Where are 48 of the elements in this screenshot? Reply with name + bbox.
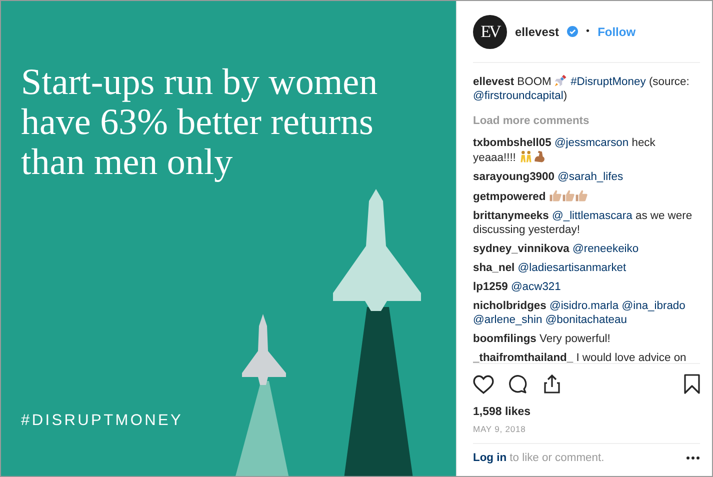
post-date: MAY 9, 2018 xyxy=(473,424,527,436)
mention-link[interactable]: @sarah_lifes xyxy=(558,171,624,183)
comment-icon[interactable] xyxy=(508,374,528,394)
username-link[interactable]: lp1259 xyxy=(473,281,508,293)
headline-text: Start-ups run by women have 63% better returns than men only xyxy=(21,63,379,183)
avatar-logo: EV xyxy=(473,14,507,48)
username-link[interactable]: brittanymeeks xyxy=(473,210,549,222)
heart-icon[interactable] xyxy=(473,374,494,394)
username-link[interactable]: nicholbridges xyxy=(473,300,546,312)
caption-text: ellevest BOOM #DisruptMoney (source: @firstroundcapital) xyxy=(473,74,690,103)
username-link[interactable]: _thaifromthailand_ xyxy=(473,352,574,363)
flexed-arm-icon xyxy=(533,150,546,163)
hashtag-link[interactable]: #DisruptMoney xyxy=(570,76,646,88)
comment-text: _thaifromthailand_ I would love advice on xyxy=(473,351,688,363)
username-link[interactable]: sarayoung3900 xyxy=(473,171,554,183)
mention-link[interactable]: @reneekeiko xyxy=(572,243,639,255)
username-link[interactable]: getmpowered xyxy=(473,191,546,203)
mention-link[interactable]: @_littlemascara xyxy=(552,210,632,222)
mention-link[interactable]: @ladiesartisanmarket xyxy=(518,262,626,274)
comment-text: brittanymeeks @_littlemascara as we were discussing yesterday! xyxy=(473,209,694,237)
username-link[interactable]: ellevest xyxy=(515,24,560,38)
mention-link[interactable]: @ina_ibrado xyxy=(622,300,686,312)
login-prompt-text: Log in to like or comment. xyxy=(473,452,604,464)
mention-link[interactable]: @jessmcarson xyxy=(554,137,629,149)
hashtag-text: #DISRUPTMONEY xyxy=(21,412,184,430)
likes-count: 1,598 likes xyxy=(473,406,532,418)
mention-link[interactable]: @acw321 xyxy=(510,281,561,293)
mention-link[interactable]: @isidro.marla xyxy=(549,300,619,312)
comment-text: boomfilings Very powerful! xyxy=(473,332,612,346)
username-link[interactable]: ellevest xyxy=(473,76,514,88)
separator-dot: • xyxy=(586,26,590,37)
mention-link[interactable]: @arlene_shin xyxy=(473,314,542,326)
more-options-icon[interactable] xyxy=(686,456,700,460)
thumbs-up-icon xyxy=(574,189,588,202)
comment-text: txbombshell05 @jessmcarson heck yeaaa!!!! xyxy=(473,136,656,165)
bookmark-icon[interactable] xyxy=(684,374,700,394)
share-icon[interactable] xyxy=(542,374,562,394)
username-link[interactable]: sha_nel xyxy=(473,262,515,274)
thumbs-up-icon xyxy=(562,189,575,202)
mention-link[interactable]: @firstroundcapital xyxy=(473,90,564,102)
mention-link[interactable]: @bonitachateau xyxy=(545,314,627,326)
username-link[interactable]: txbombshell05 xyxy=(473,137,552,149)
dancers-icon xyxy=(519,150,534,163)
login-link[interactable]: Log in xyxy=(473,452,507,464)
thumbs-up-icon xyxy=(548,189,562,202)
username-link[interactable]: sydney_vinnikova xyxy=(473,243,570,255)
username-link[interactable]: boomfilings xyxy=(473,333,536,345)
rocket-icon xyxy=(554,74,568,87)
